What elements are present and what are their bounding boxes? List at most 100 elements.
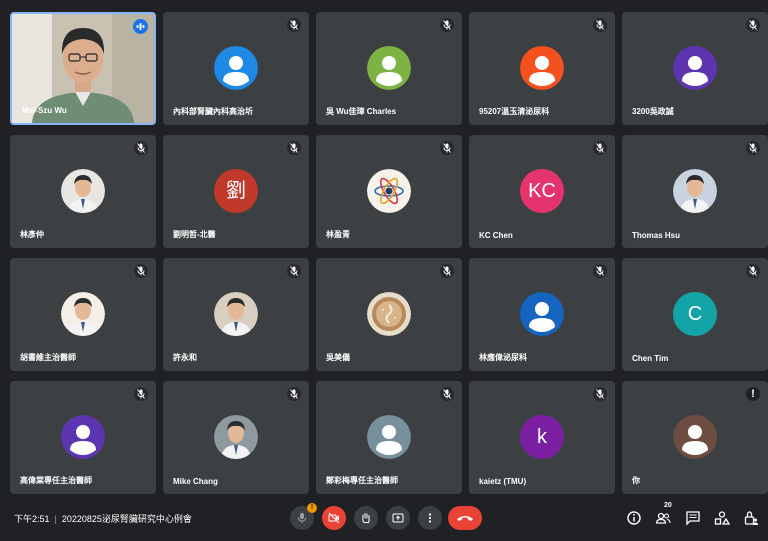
participant-avatar: k xyxy=(520,415,564,459)
participant-tile[interactable]: 鄭彩梅專任主治醫師 xyxy=(316,381,462,494)
participant-name: 高偉棠專任主治醫師 xyxy=(20,476,92,485)
meeting-title: 20220825泌尿腎臟研究中心例會 xyxy=(61,514,192,524)
participant-tile[interactable]: KC KC Chen xyxy=(469,135,615,248)
participant-tile[interactable]: k kaietz (TMU) xyxy=(469,381,615,494)
participant-name: kaietz (TMU) xyxy=(479,477,527,486)
participant-tile[interactable]: ! 你 xyxy=(622,381,768,494)
mic-off-icon xyxy=(593,264,607,278)
people-icon xyxy=(655,512,671,524)
participant-tile[interactable]: 吳美儀 xyxy=(316,258,462,371)
microphone-button[interactable]: ! xyxy=(290,503,317,530)
present-screen-button[interactable] xyxy=(386,506,410,530)
avatar-initial: KC xyxy=(528,180,556,202)
participant-tile[interactable]: 內科部腎臟內科高治圻 xyxy=(163,12,309,125)
mic-off-icon xyxy=(746,141,760,155)
participant-tile[interactable]: 高偉棠專任主治醫師 xyxy=(10,381,156,494)
participant-name: 林盈青 xyxy=(326,230,350,239)
participant-avatar xyxy=(61,292,105,336)
bottom-toolbar: 下午2:51 | 20220825泌尿腎臟研究中心例會 ! 20 xyxy=(0,500,768,541)
participant-name: 內科部腎臟內科高治圻 xyxy=(173,107,253,116)
participant-tile[interactable]: C Chen Tim xyxy=(622,258,768,371)
participant-name: 林彥仲 xyxy=(20,230,44,239)
mic-off-icon xyxy=(440,387,454,401)
mic-warning-badge: ! xyxy=(307,503,317,513)
participant-name: Chen Tim xyxy=(632,354,669,363)
participant-name: 吳 Wu佳璋 Charles xyxy=(326,107,397,116)
avatar-initial: k xyxy=(537,426,547,448)
participant-avatar xyxy=(673,169,717,213)
meeting-details-button[interactable] xyxy=(626,510,642,526)
participant-avatar xyxy=(673,415,717,459)
mic-off-icon xyxy=(298,513,306,523)
participant-avatar xyxy=(367,46,411,90)
meeting-info: 下午2:51 | 20220825泌尿腎臟研究中心例會 xyxy=(14,512,192,525)
participant-avatar: C xyxy=(673,292,717,336)
activities-button[interactable] xyxy=(714,510,730,526)
camera-button[interactable] xyxy=(322,506,346,530)
shapes-icon xyxy=(714,511,730,525)
leave-call-button[interactable] xyxy=(448,506,482,530)
participant-tile[interactable]: Thomas Hsu xyxy=(622,135,768,248)
separator: | xyxy=(54,514,57,524)
mic-off-icon xyxy=(287,141,301,155)
chat-icon xyxy=(686,511,700,526)
participant-name: Thomas Hsu xyxy=(632,231,681,240)
participant-avatar: KC xyxy=(520,169,564,213)
camera-off-icon xyxy=(328,512,340,524)
participant-tile[interactable]: 胡書維主治醫師 xyxy=(10,258,156,371)
participant-name: 你 xyxy=(632,476,640,485)
participant-name: 鄭彩梅專任主治醫師 xyxy=(326,476,398,485)
mic-off-icon xyxy=(134,387,148,401)
mic-off-icon xyxy=(593,18,607,32)
participant-name: 3200吳政誠 xyxy=(632,107,674,116)
mic-off-icon xyxy=(287,387,301,401)
speaking-indicator-icon xyxy=(133,19,148,34)
participants-button[interactable]: 20 xyxy=(655,502,673,526)
participant-avatar xyxy=(367,169,411,213)
participant-avatar xyxy=(214,46,258,90)
participant-avatar xyxy=(520,292,564,336)
participant-name: 林應偉泌尿科 xyxy=(479,353,527,362)
participant-tile[interactable]: 劉劉明哲-北醫 xyxy=(163,135,309,248)
participant-avatar xyxy=(520,46,564,90)
participant-tile[interactable]: 林盈青 xyxy=(316,135,462,248)
participant-avatar xyxy=(214,415,258,459)
participant-name: Mike Chang xyxy=(173,477,218,486)
participant-avatar xyxy=(367,292,411,336)
meeting-time: 下午2:51 xyxy=(14,514,50,524)
participant-tile[interactable]: 吳 Wu佳璋 Charles xyxy=(316,12,462,125)
host-controls-button[interactable] xyxy=(743,510,759,526)
participant-tile[interactable]: Mike Chang xyxy=(163,381,309,494)
participant-avatar xyxy=(214,292,258,336)
present-icon xyxy=(392,513,404,523)
participant-grid: Mai-Szu Wu 內科部腎臟內科高治圻 吳 Wu佳璋 Charles 95207溫… xyxy=(0,0,768,500)
mic-off-icon xyxy=(746,18,760,32)
mic-off-icon xyxy=(440,264,454,278)
participant-name: Mai-Szu Wu xyxy=(22,106,67,115)
participant-tile[interactable]: 許永和 xyxy=(163,258,309,371)
participant-tile[interactable]: 95207溫玉清泌尿科 xyxy=(469,12,615,125)
participant-avatar: 劉 xyxy=(214,169,258,213)
lock-person-icon xyxy=(744,511,758,525)
mic-off-icon xyxy=(134,264,148,278)
participant-tile[interactable]: 3200吳政誠 xyxy=(622,12,768,125)
avatar-initial: 劉 xyxy=(226,180,246,202)
more-options-button[interactable] xyxy=(418,506,442,530)
participant-count: 20 xyxy=(663,502,673,509)
participant-tile[interactable]: 林彥仲 xyxy=(10,135,156,248)
participant-name: KC Chen xyxy=(479,231,513,240)
alert-icon: ! xyxy=(746,387,760,401)
participant-tile[interactable]: 林應偉泌尿科 xyxy=(469,258,615,371)
raise-hand-button[interactable] xyxy=(354,506,378,530)
participant-name: 劉明哲-北醫 xyxy=(173,230,216,239)
chat-button[interactable] xyxy=(685,510,701,526)
more-vert-icon xyxy=(428,513,432,523)
participant-tile[interactable]: Mai-Szu Wu xyxy=(10,12,156,125)
participant-avatar xyxy=(61,415,105,459)
mic-off-icon xyxy=(746,264,760,278)
hand-icon xyxy=(362,513,370,523)
hang-up-icon xyxy=(457,516,473,521)
avatar-initial: C xyxy=(687,303,703,325)
participant-name: 吳美儀 xyxy=(326,353,350,362)
participant-name: 胡書維主治醫師 xyxy=(20,353,76,362)
